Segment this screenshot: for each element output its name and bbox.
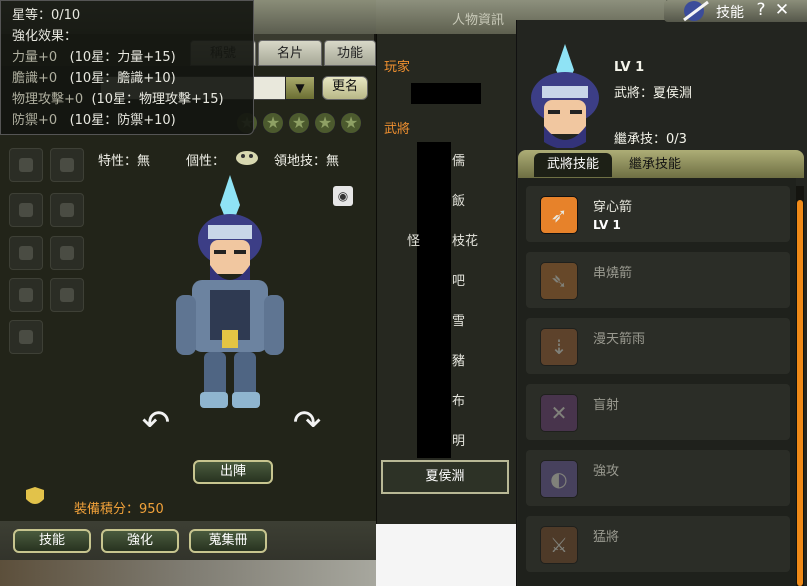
skill-name: 漫天箭雨 — [593, 332, 646, 347]
territory-skill-text: 領地技：無 — [274, 154, 340, 169]
equip-slot-9[interactable] — [9, 320, 43, 354]
general-list-item[interactable]: 布 — [452, 390, 465, 409]
equip-slot-4[interactable] — [50, 193, 84, 227]
equip-slot-5[interactable] — [9, 236, 43, 270]
arrow-rain-icon: ⇣ — [540, 328, 578, 366]
personality-icon — [234, 149, 260, 167]
enhance-button[interactable]: 強化 — [101, 529, 179, 553]
skill-name: 盲射 — [593, 398, 620, 413]
blind-shot-icon: ✕ — [540, 394, 578, 432]
shield-icon — [24, 487, 46, 509]
background-scene — [376, 524, 516, 586]
skill-row[interactable]: ➶ 穿心箭 LV 1 — [526, 186, 790, 242]
tab-inherit-skills[interactable]: 繼承技能 — [622, 153, 688, 177]
star-icon: ★ — [288, 112, 310, 134]
close-icon[interactable]: ✕ — [773, 1, 791, 20]
general-list-item[interactable]: 吧 — [452, 270, 465, 289]
equip-score: 裝備積分：950 — [74, 502, 164, 517]
character-avatar — [150, 170, 310, 420]
tooltip-effect-header: 強化效果： — [12, 29, 78, 44]
tooltip-line: 防禦+0 (10星：防禦+10) — [12, 113, 176, 128]
general-list-fragment: 怪 — [407, 234, 421, 249]
skill-window-title: 技能 — [716, 5, 744, 21]
arrow-pierce-icon: ➶ — [540, 196, 578, 234]
skill-button[interactable]: 技能 — [13, 529, 91, 553]
skill-name: 串燒箭 — [593, 266, 633, 281]
equip-slot-3[interactable] — [9, 193, 43, 227]
background-scene — [0, 560, 376, 586]
chevron-down-icon[interactable]: ▼ — [285, 76, 315, 100]
skill-name: 強攻 — [593, 464, 620, 479]
equip-slot-8[interactable] — [50, 278, 84, 312]
tab-function[interactable]: 功能 — [324, 40, 376, 66]
skill-name: 猛將 — [593, 530, 620, 545]
general-name: 武將：夏侯淵 — [614, 86, 693, 101]
rename-button[interactable]: 更名 — [322, 76, 368, 100]
general-list-item[interactable]: 明 — [452, 430, 465, 449]
tooltip-line: 力量+0 (10星：力量+15) — [12, 50, 176, 65]
tooltip-stars: 星等：0/10 — [12, 8, 81, 23]
skill-row[interactable]: ◐ 強攻 — [526, 450, 790, 506]
general-portrait — [522, 42, 608, 149]
star-tooltip: 星等：0/10 強化效果： 力量+0 (10星：力量+15) 膽識+0 (10星… — [0, 0, 254, 135]
skill-level: LV 1 — [593, 218, 621, 232]
tab-general-skills[interactable]: 武將技能 — [534, 153, 612, 177]
deploy-button[interactable]: 出陣 — [193, 460, 273, 484]
feed-icon[interactable]: ◉ — [333, 186, 353, 206]
general-list-item[interactable]: 豬 — [452, 350, 465, 369]
general-level: LV 1 — [614, 60, 645, 75]
general-label: 武將 — [384, 122, 411, 137]
star-icon: ★ — [340, 112, 362, 134]
arrow-skewer-icon: ➴ — [540, 262, 578, 300]
inherit-count: 繼承技：0/3 — [614, 132, 687, 147]
skill-window-icon — [680, 0, 712, 22]
skill-name: 穿心箭 — [593, 200, 633, 215]
tooltip-line: 物理攻擊+0 (10星：物理攻擊+15) — [12, 92, 224, 107]
skill-row[interactable]: ⚔ 猛將 — [526, 516, 790, 572]
player-name-redacted — [411, 83, 481, 104]
rotate-left-icon[interactable]: ↶ — [128, 406, 184, 440]
trait-text: 特性：無 — [98, 154, 151, 169]
personality-text: 個性： — [186, 154, 226, 169]
general-list-item[interactable]: 枝花 — [452, 230, 478, 249]
general-list-redacted — [417, 142, 451, 458]
rotate-right-icon[interactable]: ↷ — [279, 406, 335, 440]
star-icon: ★ — [262, 112, 284, 134]
collection-button[interactable]: 蒐集冊 — [189, 529, 267, 553]
general-list-item[interactable]: 儒 — [452, 150, 465, 169]
strong-attack-icon: ◐ — [540, 460, 578, 498]
help-icon[interactable]: ? — [752, 1, 770, 20]
current-general-button[interactable]: 夏侯淵 — [381, 460, 509, 494]
equip-slot-6[interactable] — [50, 236, 84, 270]
skill-row[interactable]: ✕ 盲射 — [526, 384, 790, 440]
general-list-item[interactable]: 雪 — [452, 310, 465, 329]
general-list-item[interactable]: 飯 — [452, 190, 465, 209]
equip-slot-1[interactable] — [9, 148, 43, 182]
tab-namecard[interactable]: 名片 — [258, 40, 322, 66]
player-label: 玩家 — [384, 60, 411, 75]
tooltip-line: 膽識+0 (10星：膽識+10) — [12, 71, 176, 86]
fierce-general-icon: ⚔ — [540, 526, 578, 564]
skill-row[interactable]: ⇣ 漫天箭雨 — [526, 318, 790, 374]
info-window-title: 人物資訊 — [452, 13, 505, 28]
scrollbar-thumb[interactable] — [797, 200, 803, 586]
skill-row[interactable]: ➴ 串燒箭 — [526, 252, 790, 308]
equip-slot-7[interactable] — [9, 278, 43, 312]
equip-slot-2[interactable] — [50, 148, 84, 182]
star-icon: ★ — [314, 112, 336, 134]
